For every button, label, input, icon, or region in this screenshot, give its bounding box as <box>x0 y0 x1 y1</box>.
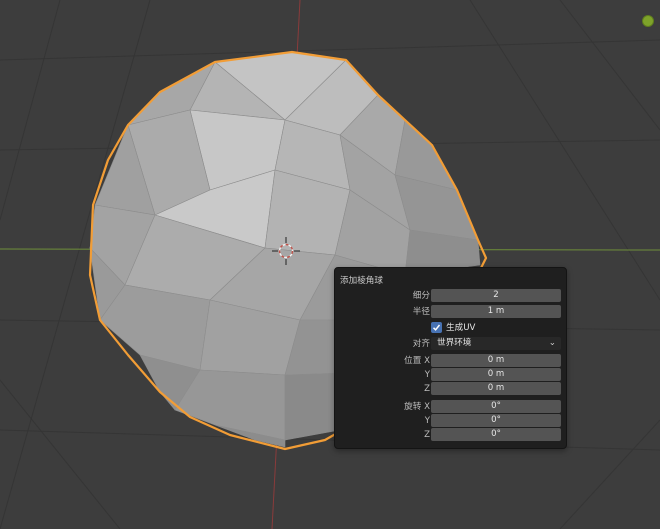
panel-title[interactable]: 添加棱角球 <box>340 274 383 286</box>
generate-uv-label: 生成UV <box>446 323 476 333</box>
subdivisions-label: 细分 <box>412 291 430 301</box>
align-value: 世界环境 <box>437 338 472 348</box>
rotation-z-row: Z 0° <box>335 428 566 442</box>
align-dropdown[interactable]: 世界环境 ⌄ <box>431 337 561 350</box>
location-z-axis-label: Z <box>424 384 430 394</box>
rotation-y-field[interactable]: 0° <box>431 414 561 427</box>
location-x-label: 位置 X <box>404 354 430 368</box>
viewport-scene[interactable] <box>0 0 660 529</box>
subdivisions-row: 细分 2 <box>335 289 566 303</box>
navigation-gizmo-icon[interactable] <box>642 15 654 27</box>
rotation-x-label: 旋转 X <box>404 400 430 414</box>
location-z-row: Z 0 m <box>335 382 566 396</box>
checkmark-icon <box>432 324 441 331</box>
subdivisions-field[interactable]: 2 <box>431 289 561 302</box>
location-label: 位置 <box>404 356 422 366</box>
rotation-label: 旋转 <box>404 402 422 412</box>
generate-uv-row: 生成UV <box>335 321 566 335</box>
rotation-z-field[interactable]: 0° <box>431 428 561 441</box>
3d-viewport[interactable]: 添加棱角球 细分 2 半径 1 m 生成UV 对齐 世界环境 ⌄ 位置 X 0 … <box>0 0 660 529</box>
rotation-x-row: 旋转 X 0° <box>335 400 566 414</box>
rotation-x-axis-label: X <box>424 402 430 412</box>
location-y-field[interactable]: 0 m <box>431 368 561 381</box>
chevron-down-icon: ⌄ <box>548 338 556 348</box>
rotation-y-row: Y 0° <box>335 414 566 428</box>
location-x-row: 位置 X 0 m <box>335 354 566 368</box>
rotation-y-axis-label: Y <box>424 416 430 426</box>
rotation-x-field[interactable]: 0° <box>431 400 561 413</box>
rotation-z-axis-label: Z <box>424 430 430 440</box>
location-y-row: Y 0 m <box>335 368 566 382</box>
adjust-last-operation-panel: 添加棱角球 细分 2 半径 1 m 生成UV 对齐 世界环境 ⌄ 位置 X 0 … <box>334 267 567 449</box>
radius-row: 半径 1 m <box>335 305 566 319</box>
location-y-axis-label: Y <box>424 370 430 380</box>
align-label: 对齐 <box>412 339 430 349</box>
location-z-field[interactable]: 0 m <box>431 382 561 395</box>
checkbox-box[interactable] <box>431 322 442 333</box>
radius-label: 半径 <box>412 307 430 317</box>
location-x-axis-label: X <box>424 356 430 366</box>
align-row: 对齐 世界环境 ⌄ <box>335 337 566 351</box>
radius-field[interactable]: 1 m <box>431 305 561 318</box>
location-x-field[interactable]: 0 m <box>431 354 561 367</box>
